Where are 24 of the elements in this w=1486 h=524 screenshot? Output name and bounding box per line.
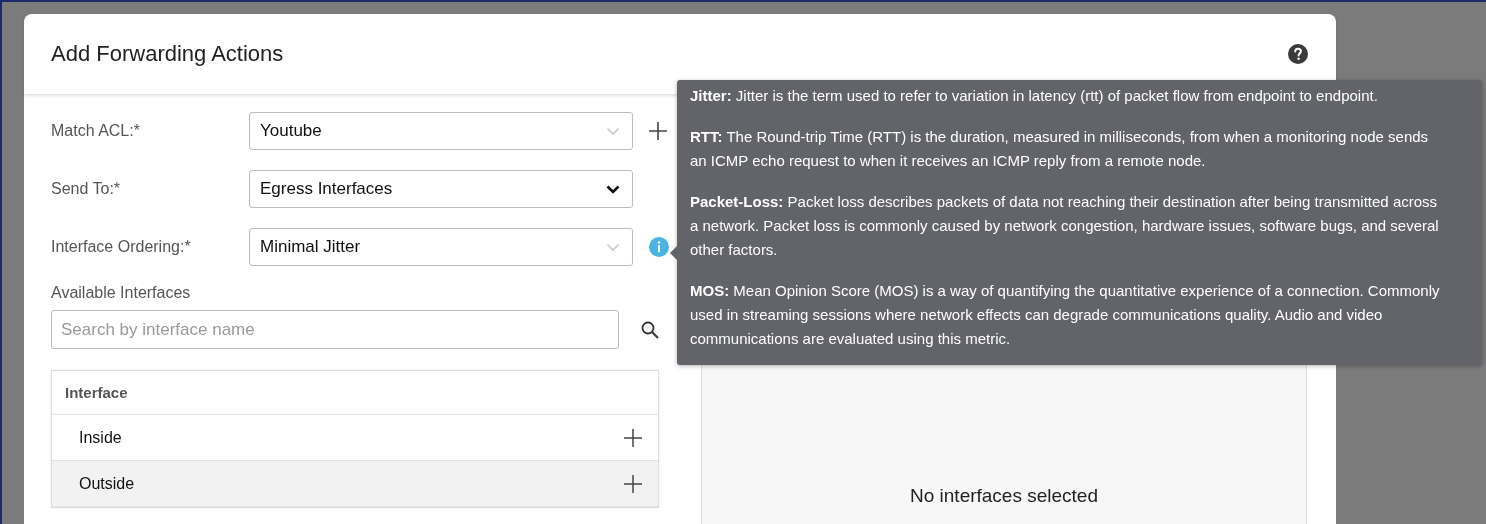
column-header: Interface [65, 384, 128, 401]
search-icon[interactable] [641, 320, 659, 339]
interface-name: Inside [79, 428, 122, 447]
field-label: Interface Ordering:* [51, 238, 192, 256]
tooltip-paragraph: Packet-Loss: Packet loss describes packets of data not reaching their destination after being transmitted across a network. Packet loss is commonly caused by network congestion, hardware issues, software bugs, and several other factors. [690, 192, 1440, 260]
tooltip-paragraph: Jitter: Jitter is the term used to refer to variation in latency (rtt) of packet flow from endpoint to endpoint. [690, 86, 1379, 106]
dropdown[interactable]: Egress Interfaces [249, 170, 633, 208]
dropdown[interactable]: Youtube [249, 112, 633, 150]
add-icon[interactable] [624, 474, 642, 493]
empty-message: No interfaces selected [910, 485, 1098, 508]
add-icon[interactable] [624, 428, 642, 447]
interface-row[interactable]: Outside [52, 461, 658, 507]
tooltip-paragraph: RTT: The Round-trip Time (RTT) is the duration, measured in milliseconds, from when a monitoring node sends an ICMP echo request to when it receives an ICMP reply from a remote node. [690, 127, 1430, 171]
section-heading: Available Interfaces [51, 284, 192, 302]
interface-row[interactable]: Inside [52, 415, 658, 461]
tooltip-paragraph: MOS: Mean Opinion Score (MOS) is a way of quantifying the quantitative experience of a connection. Commonly used in streaming sessions where network effects can degrade communications quality. Audio and video communications are evaluated using this metric. [690, 281, 1441, 349]
search-field[interactable]: Search by interface name [51, 310, 619, 349]
interface-name: Outside [79, 474, 135, 493]
add-icon[interactable] [649, 122, 667, 140]
dropdown[interactable]: Minimal Jitter [249, 228, 633, 266]
help-icon[interactable] [1288, 44, 1308, 64]
field-label: Send To:* [51, 180, 122, 198]
dialog-title: Add Forwarding Actions [51, 41, 284, 67]
field-label: Match ACL:* [51, 122, 141, 140]
